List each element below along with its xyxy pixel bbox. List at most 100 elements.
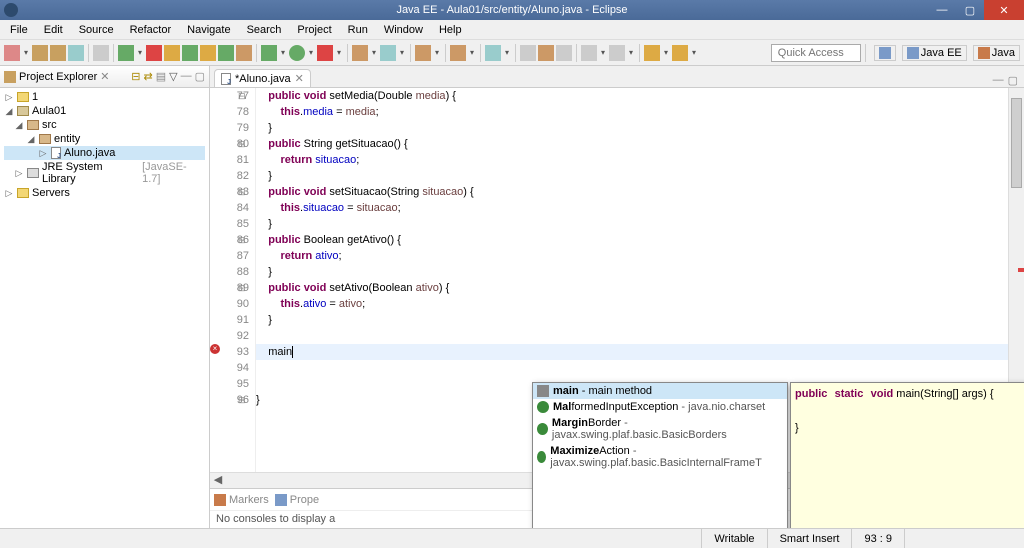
proposal-list[interactable]: main - main methodMalformedInputExceptio… (533, 383, 787, 528)
new-icon[interactable] (4, 45, 20, 61)
minimize-editor-icon[interactable]: — (993, 74, 1004, 87)
maximize-button[interactable]: ▢ (956, 0, 984, 20)
debug-icon[interactable] (118, 45, 134, 61)
bug-icon[interactable] (261, 45, 277, 61)
menu-help[interactable]: Help (431, 22, 470, 38)
tree-item-aluno[interactable]: ▷Aluno.java (4, 146, 205, 160)
markers-icon (214, 494, 226, 506)
run-icon[interactable] (289, 45, 305, 61)
project-tree[interactable]: ▷1 ◢Aula01 ◢src ◢entity ▷Aluno.java ▷JRE… (0, 88, 209, 202)
project-explorer-icon (4, 71, 16, 83)
maximize-view-icon[interactable]: ▢ (195, 70, 205, 83)
status-insert-mode: Smart Insert (767, 529, 852, 548)
perspective-java[interactable]: Java (973, 45, 1020, 61)
java-icon (978, 47, 990, 59)
status-empty (904, 529, 1024, 548)
tree-item-aula01[interactable]: ◢Aula01 (4, 104, 205, 118)
proposal-item[interactable]: MarginBorder - javax.swing.plaf.basic.Ba… (533, 415, 787, 443)
server-icon[interactable] (352, 45, 368, 61)
properties-tab[interactable]: Prope (275, 494, 319, 506)
open-type-icon[interactable] (450, 45, 466, 61)
menu-search[interactable]: Search (239, 22, 290, 38)
scroll-left-icon[interactable]: ◀ (210, 473, 226, 488)
forward-icon[interactable] (672, 45, 688, 61)
save-icon[interactable] (32, 45, 48, 61)
save-all-icon[interactable] (50, 45, 66, 61)
menu-project[interactable]: Project (289, 22, 339, 38)
collapse-all-icon[interactable]: ⊟ (131, 70, 140, 83)
package-icon[interactable] (415, 45, 431, 61)
annotation-icon[interactable] (581, 45, 597, 61)
proposal-item[interactable]: main - main method (533, 383, 787, 399)
tree-item-servers[interactable]: ▷Servers (4, 186, 205, 200)
tree-item-1[interactable]: ▷1 (4, 90, 205, 104)
tab-close-icon[interactable]: ✕ (295, 72, 304, 85)
editor-tab-aluno[interactable]: *Aluno.java ✕ (214, 69, 311, 87)
menu-run[interactable]: Run (340, 22, 376, 38)
menu-bar: FileEditSourceRefactorNavigateSearchProj… (0, 20, 1024, 40)
step-into-icon[interactable] (236, 45, 252, 61)
minimize-button[interactable]: — (928, 0, 956, 20)
menu-refactor[interactable]: Refactor (122, 22, 180, 38)
status-writable: Writable (701, 529, 766, 548)
tool-icon[interactable] (93, 45, 109, 61)
editor-area: *Aluno.java ✕ — ▢ 77⊟787980⊟818283⊟84858… (210, 66, 1024, 528)
src-folder-icon (27, 120, 39, 130)
proposal-item[interactable]: MaximizeAction - javax.swing.plaf.basic.… (533, 443, 787, 471)
menu-window[interactable]: Window (376, 22, 431, 38)
resume-icon[interactable] (182, 45, 198, 61)
new-server-icon[interactable] (380, 45, 396, 61)
run-last-icon[interactable] (317, 45, 333, 61)
open-perspective-button[interactable] (874, 45, 896, 61)
toggle-mark-icon[interactable] (538, 45, 554, 61)
menu-source[interactable]: Source (71, 22, 122, 38)
documentation-popup[interactable]: public static void main(String[] args) {… (790, 382, 1024, 528)
step-over-icon[interactable] (218, 45, 234, 61)
eclipse-icon (4, 3, 18, 17)
pin-icon[interactable] (556, 45, 572, 61)
quick-access-input[interactable] (771, 44, 861, 62)
menu-edit[interactable]: Edit (36, 22, 71, 38)
content-assist-popup[interactable]: main - main methodMalformedInputExceptio… (532, 382, 788, 528)
back-icon[interactable] (644, 45, 660, 61)
java-file-icon (221, 73, 231, 85)
perspective-javaee[interactable]: Java EE (902, 45, 967, 61)
maximize-editor-icon[interactable]: ▢ (1008, 74, 1018, 87)
window-title: Java EE - Aula01/src/entity/Aluno.java -… (396, 4, 627, 16)
markers-tab[interactable]: Markers (214, 494, 269, 506)
view-menu-icon[interactable]: ▽ (169, 70, 177, 83)
status-cursor-position: 93 : 9 (851, 529, 904, 548)
error-marker[interactable] (1018, 268, 1024, 272)
javaee-icon (907, 47, 919, 59)
menu-navigate[interactable]: Navigate (179, 22, 238, 38)
minimize-view-icon[interactable]: — (181, 70, 192, 83)
next-annotation-icon[interactable] (609, 45, 625, 61)
tree-item-entity[interactable]: ◢entity (4, 132, 205, 146)
nav-icon[interactable] (520, 45, 536, 61)
template-icon (537, 385, 549, 397)
main-toolbar: ▾ ▾ ▾ ▾ ▾ ▾ ▾ ▾ ▾ ▾ ▾ ▾ ▾ ▾ Java EE Java (0, 40, 1024, 66)
focus-icon[interactable]: ▤ (156, 70, 166, 83)
dropdown-icon[interactable]: ▾ (22, 48, 30, 57)
tree-item-jre[interactable]: ▷JRE System Library [JavaSE-1.7] (4, 160, 205, 186)
class-icon (537, 423, 548, 435)
search-icon[interactable] (485, 45, 501, 61)
scroll-thumb[interactable] (1011, 98, 1022, 188)
tree-item-src[interactable]: ◢src (4, 118, 205, 132)
proposal-item[interactable]: MalformedInputException - java.nio.chars… (533, 399, 787, 415)
step-icon[interactable] (200, 45, 216, 61)
project-icon (17, 106, 29, 116)
menu-file[interactable]: File (2, 22, 36, 38)
status-bar: Writable Smart Insert 93 : 9 (0, 528, 1024, 548)
view-close-icon[interactable]: ✕ (100, 70, 109, 83)
project-explorer-view: Project Explorer ✕ ⊟ ⇄ ▤ ▽ — ▢ ▷1 ◢Aula0… (0, 66, 210, 528)
doc-content: public static void main(String[] args) {… (791, 383, 1024, 528)
toggle-icon[interactable] (164, 45, 180, 61)
view-title: Project Explorer ✕ (4, 70, 109, 83)
title-bar: Java EE - Aula01/src/entity/Aluno.java -… (0, 0, 1024, 20)
gutter[interactable]: 77⊟787980⊟818283⊟848586⊟878889⊟90919293×… (210, 88, 256, 472)
link-editor-icon[interactable]: ⇄ (144, 70, 153, 83)
close-button[interactable]: ✕ (984, 0, 1024, 20)
print-icon[interactable] (68, 45, 84, 61)
stop-icon[interactable] (146, 45, 162, 61)
